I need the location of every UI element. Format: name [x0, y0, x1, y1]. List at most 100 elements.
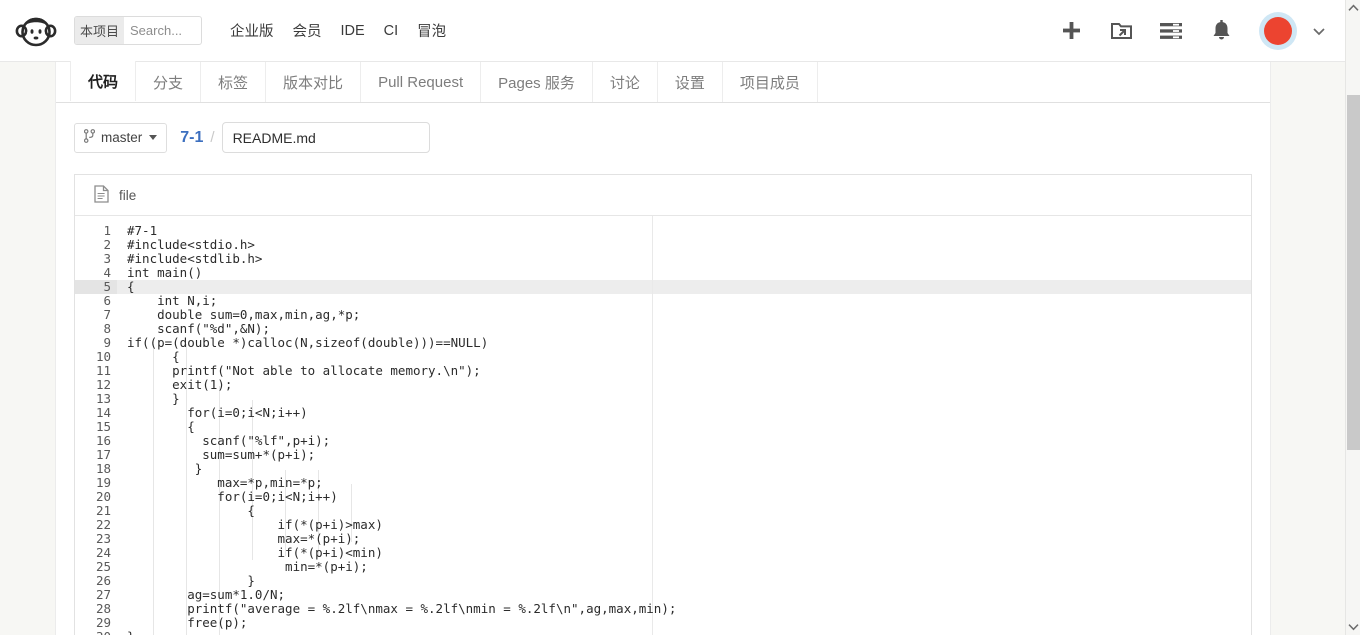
top-nav-links: 企业版 会员 IDE CI 冒泡: [230, 20, 446, 41]
line-text: max=*p,min=*p;: [127, 475, 323, 490]
tab-compare[interactable]: 版本对比: [266, 62, 362, 102]
line-text: if((p=(double *)calloc(N,sizeof(double))…: [127, 335, 489, 350]
scrollbar-chevron-up-icon[interactable]: [1346, 0, 1360, 16]
code-line[interactable]: 22 if(*(p+i)>max): [75, 518, 1251, 532]
nav-link-ci[interactable]: CI: [384, 23, 399, 39]
tab-label: 项目成员: [739, 74, 800, 92]
tab-tags[interactable]: 标签: [201, 62, 267, 102]
line-text: ag=sum*1.0/N;: [127, 587, 286, 602]
line-number: 10: [95, 349, 111, 364]
plus-icon[interactable]: [1059, 19, 1083, 43]
branch-selector[interactable]: master: [74, 122, 168, 153]
code-line[interactable]: 12 exit(1);: [75, 378, 1251, 392]
tab-pull-request[interactable]: Pull Request: [361, 62, 482, 102]
tab-code[interactable]: 代码: [70, 61, 137, 101]
line-number: 28: [95, 601, 111, 616]
code-line-highlighted[interactable]: 5{: [75, 280, 1251, 294]
scrollbar-thumb[interactable]: [1347, 95, 1360, 450]
line-text: int main(): [127, 265, 203, 280]
global-search-box[interactable]: 本项目: [74, 16, 202, 45]
code-line[interactable]: 24 if(*(p+i)<min): [75, 546, 1251, 560]
code-line[interactable]: 19 max=*p,min=*p;: [75, 476, 1251, 490]
line-text: #include<stdlib.h>: [127, 251, 263, 266]
line-number: 24: [95, 545, 111, 560]
search-scope-label[interactable]: 本项目: [75, 17, 125, 44]
line-number: 18: [95, 461, 111, 476]
nav-link-member[interactable]: 会员: [293, 20, 322, 41]
line-text: for(i=0;i<N;i++): [127, 489, 338, 504]
bell-icon[interactable]: [1209, 19, 1233, 43]
line-text: scanf("%d",&N);: [127, 321, 270, 336]
tab-label: 标签: [218, 74, 249, 92]
nav-link-bubble[interactable]: 冒泡: [417, 20, 446, 41]
list-menu-icon[interactable]: [1159, 19, 1183, 43]
nav-link-ide[interactable]: IDE: [341, 23, 365, 39]
scrollbar-chevron-down-icon[interactable]: [1346, 619, 1360, 635]
code-line[interactable]: 1 #7-1: [75, 224, 1251, 238]
nav-link-enterprise[interactable]: 企业版: [230, 20, 274, 41]
header-icon-group: [1059, 11, 1327, 50]
code-line[interactable]: 3 #include<stdlib.h>: [75, 252, 1251, 266]
code-line[interactable]: 30}: [75, 630, 1251, 635]
line-number: 21: [95, 503, 111, 518]
code-line[interactable]: 28 printf("average = %.2lf\nmax = %.2lf\…: [75, 602, 1251, 616]
code-line[interactable]: 27 ag=sum*1.0/N;: [75, 588, 1251, 602]
breadcrumb-separator: /: [210, 129, 215, 146]
code-line[interactable]: 9 if((p=(double *)calloc(N,sizeof(double)…: [75, 336, 1251, 350]
line-text: double sum=0,max,min,ag,*p;: [127, 307, 361, 322]
user-menu-chevron-down-icon[interactable]: [1311, 23, 1327, 39]
code-line[interactable]: 16 scanf("%lf",p+i);: [75, 434, 1251, 448]
tab-members[interactable]: 项目成员: [723, 62, 818, 102]
line-number: 13: [95, 391, 111, 406]
line-number: 9: [103, 335, 111, 350]
line-text: int N,i;: [127, 293, 218, 308]
code-line[interactable]: 29 free(p);: [75, 616, 1251, 630]
code-line[interactable]: 20 for(i=0;i<N;i++): [75, 490, 1251, 504]
code-line[interactable]: 23 max=*(p+i);: [75, 532, 1251, 546]
line-number: 16: [95, 433, 111, 448]
code-line[interactable]: 10 {: [75, 350, 1251, 364]
code-line[interactable]: 8 scanf("%d",&N);: [75, 322, 1251, 336]
code-line[interactable]: 2 #include<stdio.h>: [75, 238, 1251, 252]
line-number: 22: [95, 517, 111, 532]
repository-name-link[interactable]: 7-1: [180, 129, 203, 147]
line-number: 12: [95, 377, 111, 392]
tab-pages-service[interactable]: Pages 服务: [481, 62, 593, 102]
line-text: free(p);: [127, 615, 248, 630]
code-line[interactable]: 11 printf("Not able to allocate memory.\…: [75, 364, 1251, 378]
code-line[interactable]: 26 }: [75, 574, 1251, 588]
code-line[interactable]: 6 int N,i;: [75, 294, 1251, 308]
line-number: 23: [95, 531, 111, 546]
tab-discussion[interactable]: 讨论: [593, 62, 658, 102]
file-editor-panel: file 1 #7-1 2 #include<stdio.h> 3 #include<…: [74, 174, 1252, 635]
code-line[interactable]: 4 int main(): [75, 266, 1251, 280]
line-text: if(*(p+i)>max): [127, 517, 383, 532]
code-line[interactable]: 25 min=*(p+i);: [75, 560, 1251, 574]
tab-label: Pull Request: [378, 73, 464, 91]
browser-vertical-scrollbar[interactable]: [1345, 0, 1360, 635]
code-line[interactable]: 14 for(i=0;i<N;i++): [75, 406, 1251, 420]
line-number: 27: [95, 587, 111, 602]
monkey-face-logo[interactable]: [14, 9, 58, 53]
avatar-image: [1264, 16, 1292, 45]
code-line[interactable]: 7 double sum=0,max,min,ag,*p;: [75, 308, 1251, 322]
editor-header: file: [75, 175, 1251, 216]
line-text: }: [127, 461, 203, 476]
repo-folder-icon[interactable]: [1109, 19, 1133, 43]
line-number: 11: [95, 363, 111, 378]
code-editor-area[interactable]: 1 #7-1 2 #include<stdio.h> 3 #include<stdli…: [75, 216, 1251, 635]
line-number: 4: [103, 265, 111, 280]
line-number: 19: [95, 475, 111, 490]
code-line[interactable]: 17 sum=sum+*(p+i);: [75, 448, 1251, 462]
line-text: }: [127, 391, 180, 406]
repository-tabs: 代码 分支 标签 版本对比 Pull Request Pages 服务 讨论 设…: [56, 61, 1270, 103]
avatar[interactable]: [1259, 11, 1297, 50]
search-input[interactable]: [124, 17, 201, 44]
tab-label: 设置: [674, 74, 705, 92]
code-line[interactable]: 21 {: [75, 504, 1251, 518]
tab-branches[interactable]: 分支: [136, 62, 202, 102]
tab-settings[interactable]: 设置: [658, 62, 723, 102]
filename-input[interactable]: [221, 122, 430, 153]
line-number: 6: [103, 293, 111, 308]
print-margin-ruler: [652, 216, 653, 635]
